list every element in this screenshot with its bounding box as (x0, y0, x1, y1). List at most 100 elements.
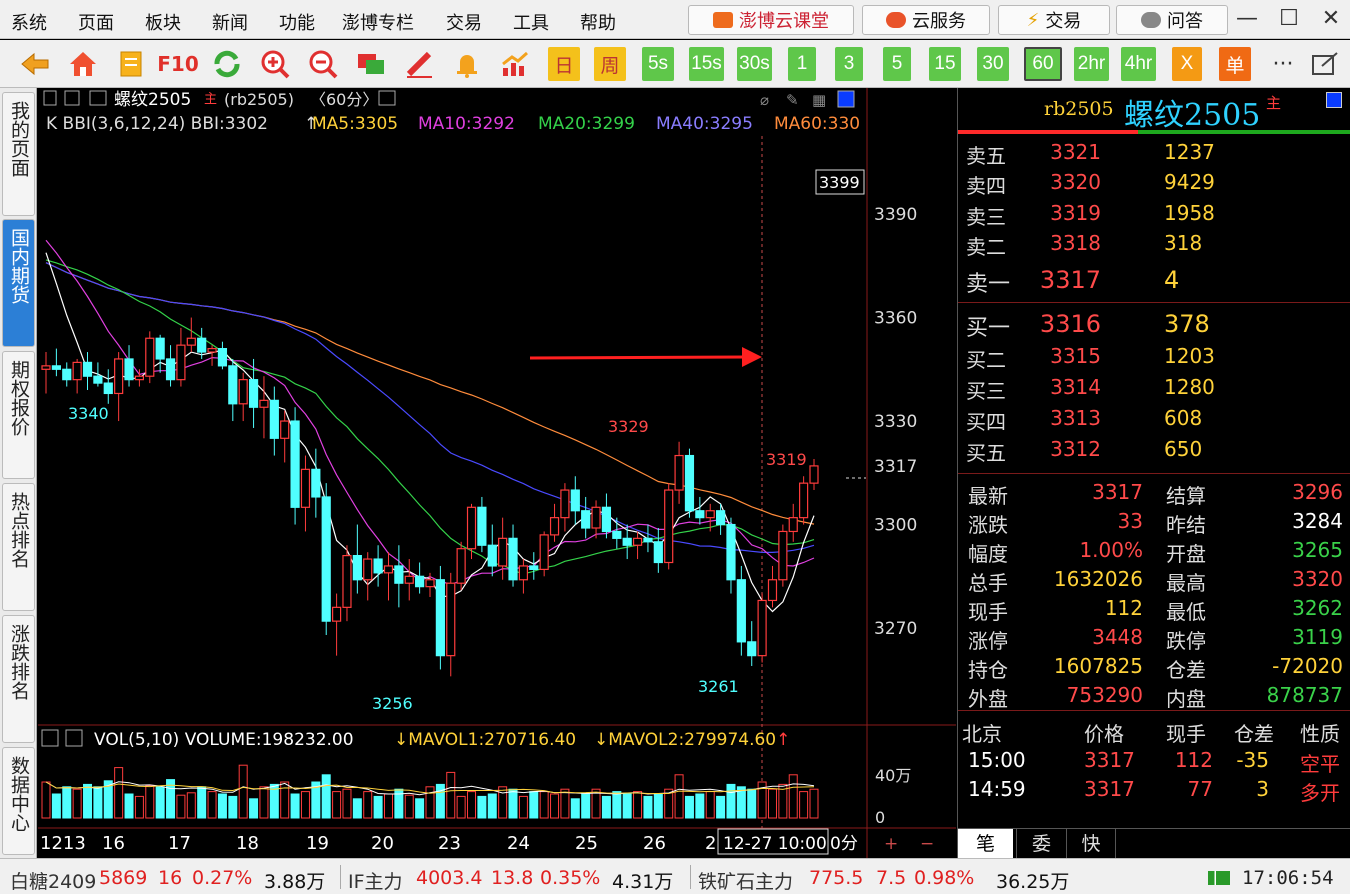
period-30[interactable]: 30 (977, 47, 1009, 81)
draw-icon[interactable] (402, 48, 436, 80)
tick-row[interactable]: 15:00 3317 112 -35 空平 (958, 748, 1350, 776)
menu-page[interactable]: 页面 (78, 9, 114, 35)
period-5s[interactable]: 5s (642, 47, 674, 81)
cloud-class-button[interactable]: 澎博云课堂 (688, 5, 854, 35)
ticker-if-name[interactable]: IF主力 (348, 867, 403, 894)
low-label-3261: 3261 (698, 677, 739, 696)
ask-row[interactable]: 卖五 3321 1237 (958, 140, 1350, 171)
period-4hr[interactable]: 4hr (1121, 47, 1156, 81)
tick-row[interactable]: 14:59 3317 77 3 多开 (958, 777, 1350, 805)
ask-row[interactable]: 卖二 3318 318 (958, 231, 1350, 262)
f10-button[interactable]: F10 (157, 48, 199, 80)
qa-button[interactable]: 问答 (1116, 5, 1228, 35)
alert-bell-icon[interactable] (450, 48, 484, 80)
more-button[interactable]: ··· (1266, 48, 1300, 80)
period-15[interactable]: 15 (929, 47, 961, 81)
kline-chart-panel[interactable]: 螺纹2505 主 (rb2505) 〈60分〉 ⌀ ✎ ▦ K BBI(3,6,… (38, 88, 956, 858)
menu-tools[interactable]: 工具 (513, 9, 549, 35)
volume-bar (767, 788, 777, 819)
sidebar-tab-my-page[interactable]: 我的页面 (2, 92, 35, 216)
ask-price: 3317 (1039, 266, 1101, 294)
panel-prev-icon[interactable] (64, 90, 80, 106)
menu-news[interactable]: 新闻 (212, 9, 248, 35)
menu-column[interactable]: 澎博专栏 (342, 9, 414, 35)
candle-body (736, 579, 746, 643)
refresh-icon[interactable] (210, 48, 244, 80)
bid-row[interactable]: 买二 3315 1203 (958, 344, 1350, 375)
zoom-out-button[interactable]: − (920, 834, 934, 854)
tab-trades[interactable]: 笔 (958, 829, 1013, 859)
quote-panel-menu-icon[interactable] (1326, 92, 1342, 108)
stats-divider (958, 473, 1350, 474)
cloud-service-button[interactable]: 云服务 (862, 5, 990, 35)
period-60[interactable]: 60 (1024, 47, 1062, 81)
zoom-in-button[interactable]: + (884, 834, 898, 854)
notes-icon[interactable] (114, 48, 148, 80)
single-button[interactable]: 单 (1219, 47, 1251, 81)
period-3[interactable]: 3 (835, 47, 863, 81)
period-5[interactable]: 5 (883, 47, 911, 81)
period-15s[interactable]: 15s (689, 47, 724, 81)
bid-row[interactable]: 买五 3312 650 (958, 437, 1350, 468)
sidebar-tab-hot-rank[interactable]: 热点排名 (2, 483, 35, 611)
sidebar-tab-domestic-futures[interactable]: 国内期货 (2, 219, 35, 347)
sidebar-tab-options[interactable]: 期权报价 (2, 351, 35, 479)
pen-icon[interactable]: ✎ (786, 91, 799, 109)
ask-row[interactable]: 卖四 3320 9429 (958, 170, 1350, 201)
hide-icon[interactable]: ⌀ (760, 91, 769, 109)
menu-system[interactable]: 系统 (11, 9, 47, 35)
ask-row[interactable]: 卖一 3317 4 (958, 266, 1350, 297)
ticker-if-price: 4003.4 (416, 867, 483, 889)
tick-price: 3317 (1084, 748, 1135, 772)
candle-body (197, 337, 207, 353)
tab-fast[interactable]: 快 (1066, 829, 1116, 859)
period-30s[interactable]: 30s (737, 47, 772, 81)
period-dropdown-icon[interactable] (378, 90, 396, 106)
windows-icon[interactable] (354, 48, 388, 80)
volume-bar (124, 793, 134, 819)
sidebar-tab-change-rank[interactable]: 涨跌排名 (2, 615, 35, 743)
volume-bar (342, 788, 352, 819)
panel-dropdown-icon[interactable] (89, 90, 107, 106)
bid-row[interactable]: 买一 3316 378 (958, 310, 1350, 341)
trade-button[interactable]: ⚡ 交易 (998, 5, 1110, 35)
week-button[interactable]: 周 (594, 47, 626, 81)
zoom-in-icon[interactable] (258, 48, 292, 80)
home-icon[interactable] (66, 48, 100, 80)
vol-panel-toggle-icon[interactable] (41, 729, 59, 747)
grid-icon[interactable]: ▦ (812, 91, 826, 109)
trend-chart-icon[interactable] (498, 48, 532, 80)
ticker-sugar-name[interactable]: 白糖2409 (10, 867, 96, 894)
menu-trade[interactable]: 交易 (446, 9, 482, 35)
bid-label: 买四 (966, 410, 1006, 434)
day-button[interactable]: 日 (548, 47, 580, 81)
zoom-out-icon[interactable] (306, 48, 340, 80)
ticker-iron-name[interactable]: 铁矿石主力 (698, 867, 793, 894)
export-icon[interactable] (1308, 48, 1342, 80)
bid-row[interactable]: 买三 3314 1280 (958, 375, 1350, 406)
panel-toggle-icon[interactable] (43, 90, 57, 106)
menu-function[interactable]: 功能 (279, 9, 315, 35)
period-1[interactable]: 1 (788, 47, 816, 81)
time-axis-label: 16 (102, 833, 125, 854)
minimize-icon[interactable]: — (1234, 6, 1260, 32)
close-icon[interactable]: ✕ (1318, 6, 1344, 32)
kline-chart-canvas[interactable]: 螺纹2505 主 (rb2505) 〈60分〉 ⌀ ✎ ▦ K BBI(3,6,… (38, 88, 956, 858)
candle-body (622, 537, 632, 546)
vol-panel-dropdown-icon[interactable] (65, 729, 83, 747)
ask-row[interactable]: 卖三 3319 1958 (958, 201, 1350, 232)
candle-body (508, 537, 518, 581)
candle-body (498, 537, 508, 567)
tab-orders[interactable]: 委 (1016, 829, 1066, 859)
time-axis-label: 23 (438, 833, 461, 854)
menu-help[interactable]: 帮助 (580, 9, 616, 35)
x-button[interactable]: X (1172, 47, 1202, 81)
maximize-panel-icon[interactable] (837, 90, 855, 108)
sidebar-tab-data-center[interactable]: 数据中心 (2, 747, 35, 855)
candle-body (331, 606, 342, 622)
menu-sector[interactable]: 板块 (145, 9, 181, 35)
back-icon[interactable] (18, 48, 52, 80)
bid-row[interactable]: 买四 3313 608 (958, 406, 1350, 437)
period-2hr[interactable]: 2hr (1074, 47, 1109, 81)
maximize-icon[interactable]: ☐ (1276, 6, 1302, 32)
